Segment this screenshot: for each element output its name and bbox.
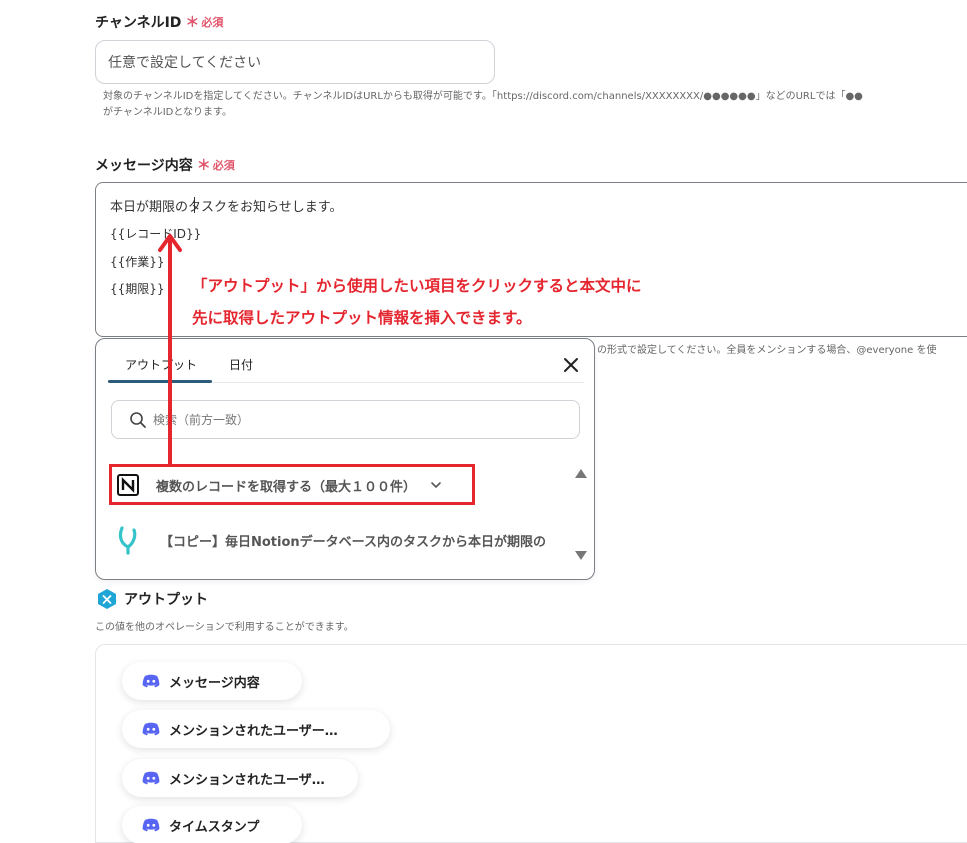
annotation-line-2: 先に取得したアウトプット情報を挿入できます。: [192, 309, 532, 327]
close-button[interactable]: [562, 356, 580, 374]
discord-icon: [142, 674, 160, 688]
output-chip-label: メッセージ内容: [169, 675, 260, 691]
discord-icon: [142, 771, 160, 785]
highlight-box: [109, 464, 475, 505]
channel-id-help-line1: 対象のチャンネルIDを指定してください。チャンネルIDはURLからも取得が可能で…: [103, 91, 863, 102]
discord-icon: [142, 818, 160, 832]
output-chip[interactable]: メンションされたユーザー…: [122, 710, 390, 748]
output-chip-label: タイムスタンプ: [169, 819, 260, 835]
search-icon: [130, 411, 146, 428]
output-chip[interactable]: メッセージ内容: [122, 662, 302, 700]
message-label-row: メッセージ内容 ＊ 必須: [95, 155, 235, 175]
required-text: 必須: [212, 159, 235, 172]
message-line-2: {{レコードID}}: [110, 227, 202, 241]
channel-id-help-line2: がチャンネルIDとなります。: [103, 107, 233, 118]
output-section-description: この値を他のオペレーションで利用することができます。: [95, 622, 354, 633]
output-badge-icon: [98, 589, 116, 609]
output-section-title: アウトプット: [124, 592, 208, 608]
channel-id-label: チャンネルID: [95, 15, 182, 31]
triangle-down-icon: [575, 551, 587, 560]
output-section-title-row: アウトプット: [96, 588, 208, 610]
message-help-partial: の形式で設定してください。全員をメンションする場合、@everyone を使: [597, 345, 937, 356]
close-icon: [564, 358, 578, 372]
annotation-line-1: 「アウトプット」から使用したい項目をクリックすると本文中に: [192, 277, 642, 295]
tab-date[interactable]: 日付: [229, 356, 253, 373]
channel-id-placeholder: 任意で設定してください: [108, 55, 262, 71]
message-label: メッセージ内容: [95, 158, 193, 174]
output-chip-label: メンションされたユーザ…: [169, 772, 325, 788]
channel-id-input[interactable]: 任意で設定してください: [95, 40, 495, 84]
annotation-arrow-up-icon: [158, 234, 182, 466]
required-mark: ＊: [185, 15, 200, 31]
required-mark: ＊: [196, 158, 211, 174]
required-text: 必須: [201, 16, 224, 29]
output-chip[interactable]: タイムスタンプ: [122, 806, 302, 843]
output-chip-label: メンションされたユーザー…: [169, 723, 338, 739]
output-chip[interactable]: メンションされたユーザ…: [122, 759, 358, 797]
channel-id-label-row: チャンネルID ＊ 必須: [95, 12, 223, 32]
yoom-icon: [118, 526, 137, 555]
message-line-1: 本日が期限のタスクをお知らせします。: [110, 200, 343, 215]
output-group-label: 【コピー】毎日Notionデータベース内のタスクから本日が期限の: [160, 534, 547, 550]
message-line-3: {{作業}}: [110, 255, 165, 269]
scroll-down-button[interactable]: [574, 547, 588, 560]
discord-icon: [142, 722, 160, 736]
output-group-copy-flow[interactable]: 【コピー】毎日Notionデータベース内のタスクから本日が期限の: [116, 525, 568, 555]
message-line-4: {{期限}}: [110, 282, 165, 296]
triangle-up-icon: [575, 469, 587, 478]
text-cursor: [194, 197, 195, 213]
scroll-up-button[interactable]: [574, 464, 588, 478]
